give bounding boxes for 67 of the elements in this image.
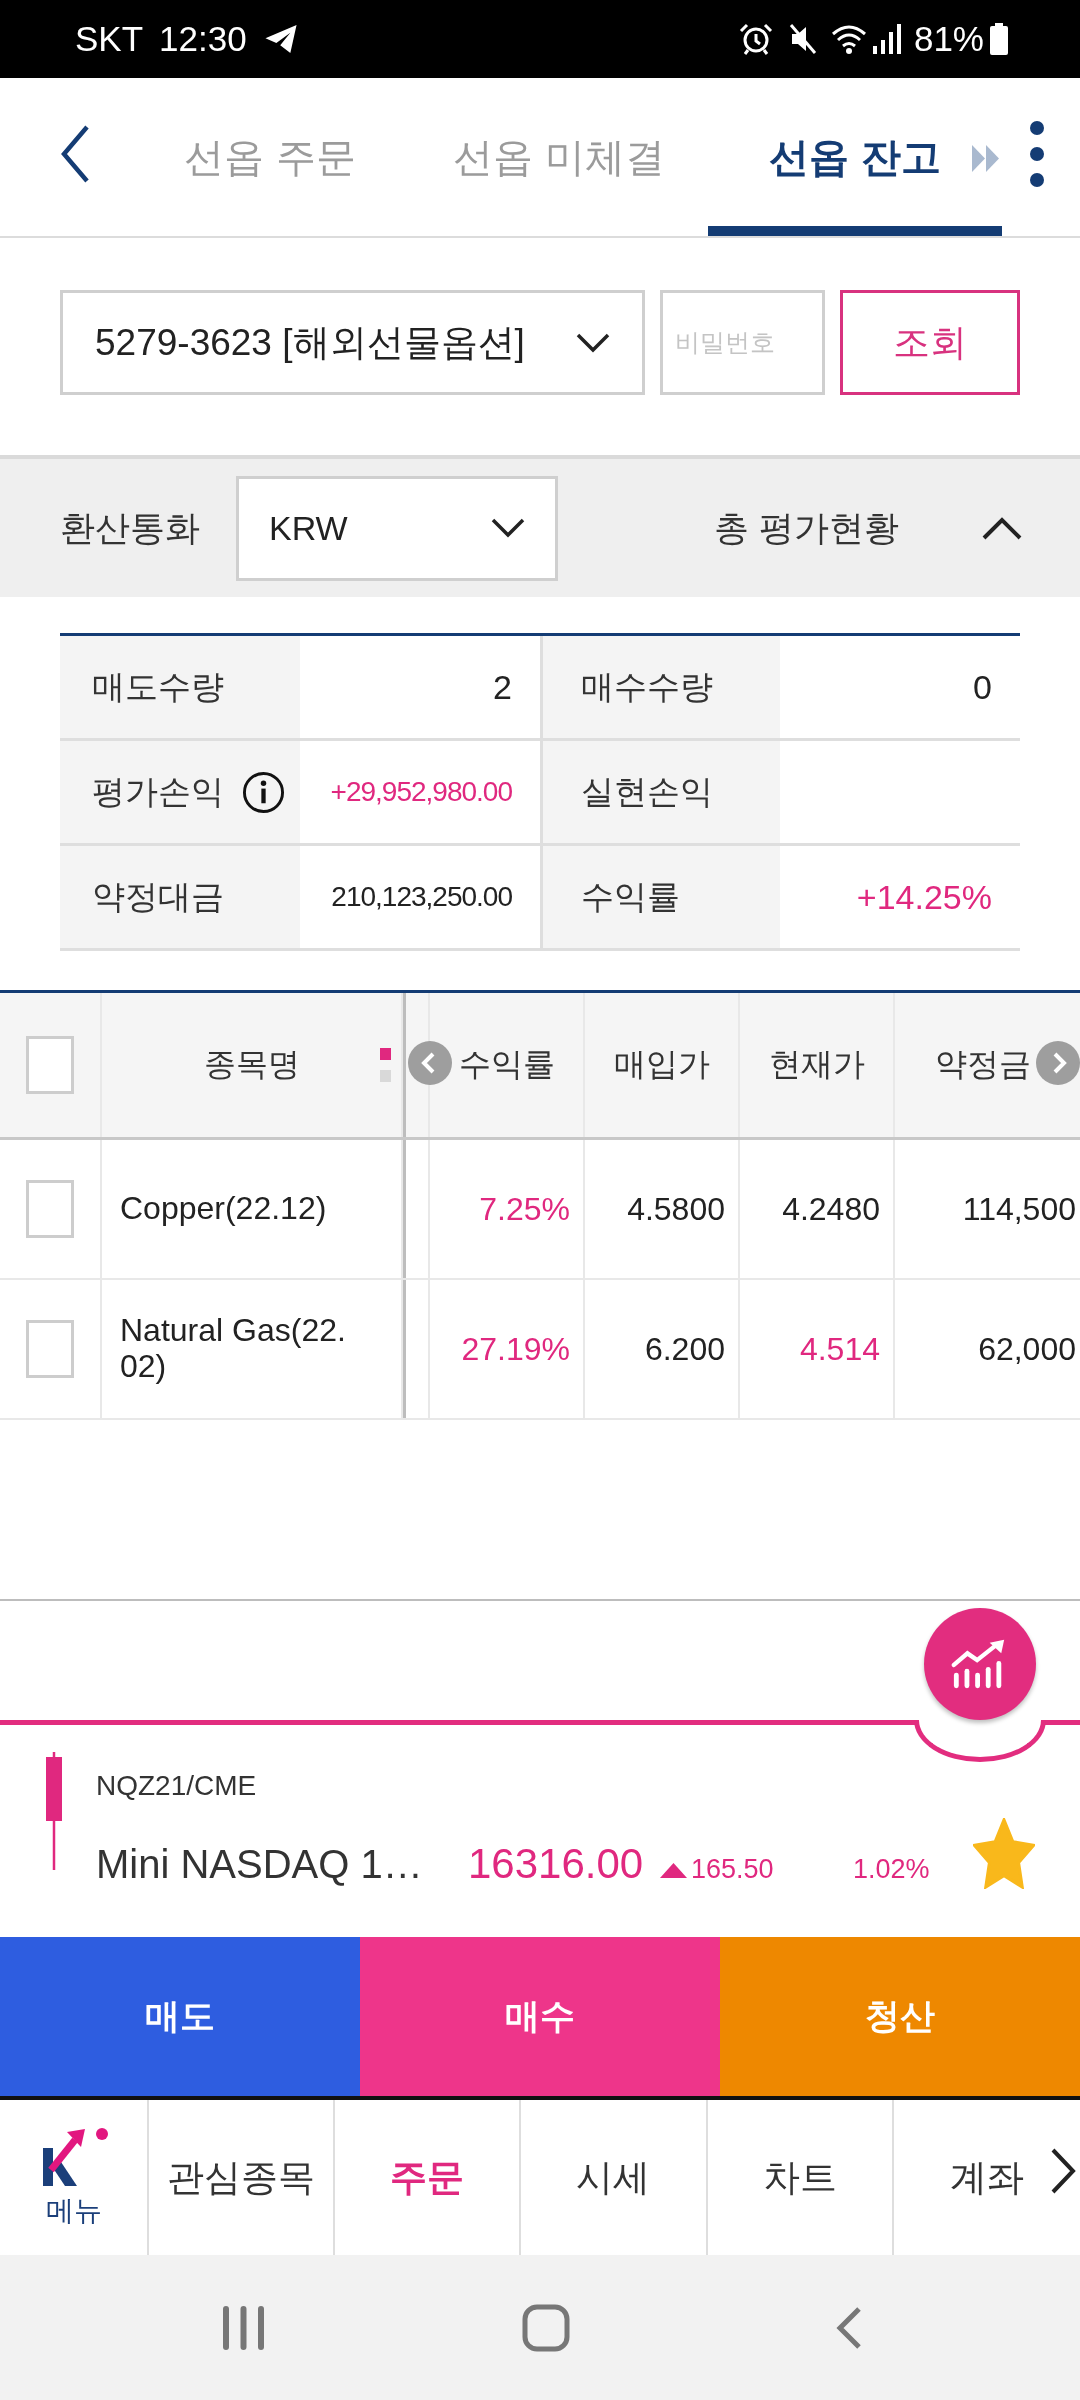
- mute-icon: [787, 22, 818, 56]
- purchase-price: 4.5800: [627, 1190, 725, 1228]
- back-icon[interactable]: [60, 125, 90, 183]
- star-icon[interactable]: [973, 1818, 1035, 1889]
- info-icon[interactable]: [242, 770, 285, 814]
- password-field[interactable]: 비밀번호: [660, 290, 825, 395]
- paper-plane-icon: [264, 25, 297, 53]
- price-change: 165.50: [691, 1854, 775, 1885]
- battery-icon: [990, 23, 1008, 55]
- field-value: +14.25%: [856, 877, 992, 917]
- column-header: 약정금: [935, 1045, 1031, 1084]
- summary-title: 총 평가현황: [714, 506, 899, 549]
- chevron-right-icon[interactable]: [1050, 2147, 1076, 2195]
- more-icon[interactable]: [1029, 120, 1045, 188]
- current-price: 4.514: [799, 1330, 880, 1368]
- chevron-down-icon: [491, 518, 525, 538]
- row-checkbox[interactable]: [26, 1180, 74, 1238]
- contract-amount: 62,000: [978, 1330, 1076, 1368]
- recent-apps-icon[interactable]: [222, 2305, 265, 2350]
- field-label: 평가손익: [92, 771, 224, 812]
- purchase-price: 6.200: [644, 1330, 725, 1368]
- current-price: 4.2480: [782, 1190, 880, 1228]
- signal-icon: [871, 22, 902, 56]
- home-icon[interactable]: [522, 2303, 570, 2352]
- wifi-icon: [829, 22, 868, 56]
- action-button[interactable]: 매수: [360, 1937, 720, 2096]
- product-name: Natural Gas(22.02): [120, 1313, 347, 1385]
- column-header: 종목명: [203, 1045, 300, 1084]
- change-rate: 1.02%: [853, 1854, 930, 1885]
- tab[interactable]: 선옵 잔고: [708, 78, 1002, 236]
- row-checkbox[interactable]: [26, 1320, 74, 1378]
- product-name: Copper(22.12): [120, 1191, 327, 1227]
- action-button[interactable]: 매도: [0, 1937, 360, 2096]
- field-label: 수익률: [581, 876, 680, 917]
- chevron-up-icon[interactable]: [982, 516, 1022, 540]
- clock: 12:30: [159, 19, 247, 59]
- search-button[interactable]: 조회: [840, 290, 1020, 395]
- account-dropdown[interactable]: 5279-3623 [해외선물옵션]: [60, 290, 645, 395]
- field-value: 2: [493, 667, 512, 707]
- field-label: 약정대금: [92, 876, 224, 917]
- field-value: 210,123,250.00: [331, 881, 512, 913]
- scroll-left-icon[interactable]: [408, 1041, 452, 1085]
- select-all-checkbox[interactable]: [26, 1036, 74, 1094]
- field-value: 0: [973, 667, 992, 707]
- return-rate: 7.25%: [479, 1190, 570, 1228]
- candlestick-icon: [45, 1752, 63, 1870]
- instrument-name: Mini NASDAQ 1…: [96, 1842, 424, 1887]
- field-value: +29,952,980.00: [330, 776, 512, 808]
- column-header: 현재가: [768, 1045, 865, 1084]
- chart-button[interactable]: [924, 1608, 1036, 1720]
- column-header: 매입가: [613, 1045, 710, 1084]
- contract-amount: 114,500: [962, 1190, 1076, 1228]
- currency-label: 환산통화: [60, 506, 200, 549]
- carrier-name: SKT: [75, 19, 144, 59]
- column-header: 수익률: [458, 1045, 555, 1084]
- field-label: 실현손익: [581, 771, 713, 812]
- battery-percent: 81%: [913, 19, 984, 59]
- return-rate: 27.19%: [461, 1330, 570, 1368]
- field-label: 매도수량: [92, 666, 224, 707]
- nav-tab[interactable]: 계좌: [893, 2100, 1080, 2255]
- symbol-code: NQZ21/CME: [96, 1770, 257, 1802]
- price: 16316.00: [468, 1840, 645, 1888]
- scroll-right-icon[interactable]: [1036, 1041, 1080, 1085]
- chevron-down-icon: [576, 332, 610, 353]
- alarm-clock-icon: [737, 22, 774, 56]
- field-label: 매수수량: [581, 666, 713, 707]
- currency-dropdown[interactable]: KRW: [236, 475, 558, 581]
